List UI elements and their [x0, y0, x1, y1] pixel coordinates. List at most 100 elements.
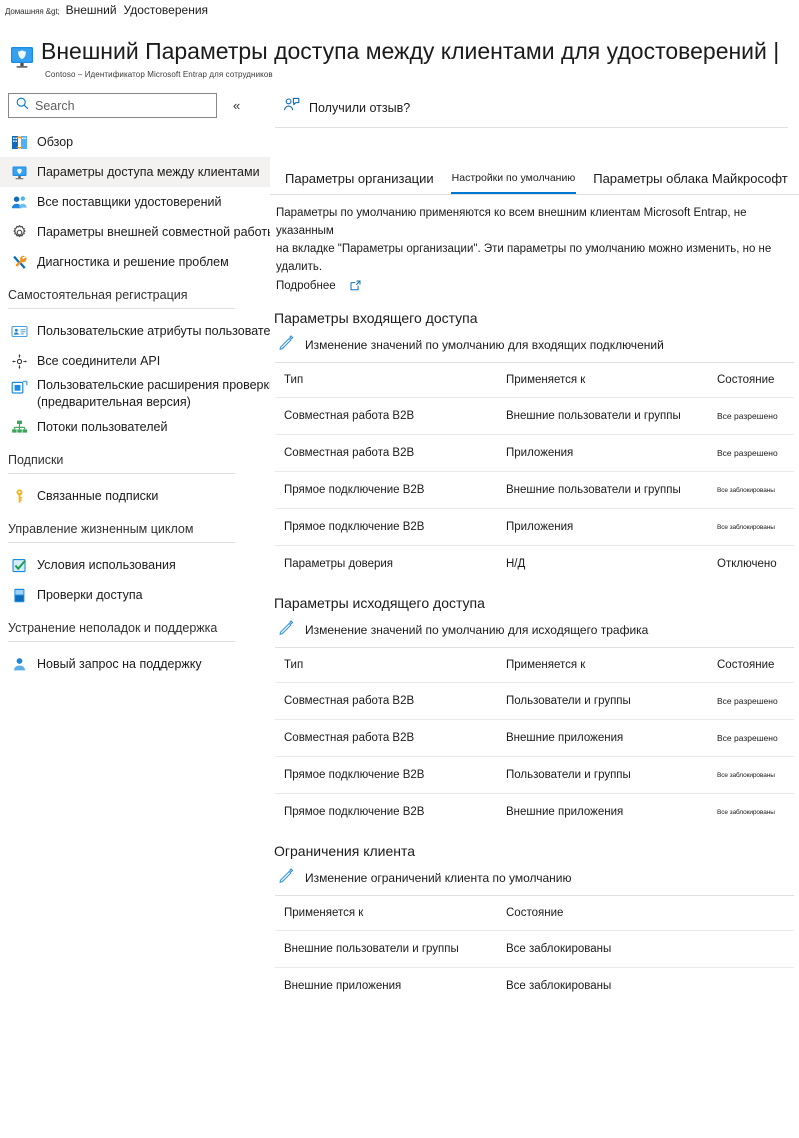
edit-tenant-restrictions-button[interactable]: Изменение ограничений клиента по умолчан… — [270, 868, 799, 888]
edit-outbound-defaults-button[interactable]: Изменение значений по умолчанию для исхо… — [270, 620, 799, 640]
sidebar-item-label: Условия использования — [37, 557, 176, 572]
pencil-icon — [279, 335, 294, 355]
column-header-applies-to: Применяется к — [275, 896, 497, 931]
custom-extensions-icon — [10, 378, 28, 396]
sidebar-item-custom-user-attributes[interactable]: Пользовательские атрибуты пользователя — [0, 316, 284, 346]
divider — [8, 308, 235, 309]
breadcrumb-home[interactable]: Домашняя &gt; — [5, 7, 60, 16]
sidebar-item-label: Все поставщики удостоверений — [37, 194, 222, 209]
external-link-icon[interactable] — [350, 280, 361, 294]
search-input[interactable] — [35, 98, 195, 113]
table-row[interactable]: Прямое подключение B2B Приложения Все за… — [275, 508, 794, 546]
sidebar-item-label: Пользовательские атрибуты пользователя — [37, 323, 285, 338]
table-header-row: Тип Применяется к Состояние — [275, 648, 794, 683]
inbound-settings-table: Тип Применяется к Состояние Совместная р… — [275, 363, 794, 582]
cell-applies-to: Приложения — [497, 434, 715, 472]
table-row[interactable]: Прямое подключение B2B Внешние приложени… — [275, 794, 794, 831]
api-connectors-icon — [10, 352, 28, 370]
table-row[interactable]: Прямое подключение B2B Внешние пользоват… — [275, 471, 794, 509]
tab-default-settings[interactable]: Настройки по умолчанию — [443, 172, 585, 194]
sidebar-item-label: Новый запрос на поддержку — [37, 656, 202, 671]
sidebar-item-terms-of-use[interactable]: Условия использования — [0, 550, 270, 580]
sidebar-group-title: Подписки — [8, 453, 64, 467]
cell-type: Прямое подключение B2B — [275, 756, 497, 794]
table-row[interactable]: Совместная работа B2B Приложения Все раз… — [275, 434, 794, 472]
description-line-1: Параметры по умолчанию применяются ко вс… — [276, 207, 747, 237]
sidebar-group-troubleshooting: Устранение неполадок и поддержка — [0, 621, 270, 642]
feedback-bar[interactable]: Получили отзыв? — [270, 88, 799, 127]
table-header-row: Тип Применяется к Состояние — [275, 363, 794, 398]
column-header-state: Состояние — [497, 896, 794, 931]
wrench-icon — [10, 253, 28, 271]
sidebar-item-label: Обзор — [37, 134, 74, 149]
sidebar-item-diagnose-and-solve-problems[interactable]: Диагностика и решение проблем — [0, 247, 270, 277]
search-icon — [16, 97, 29, 115]
sidebar-item-user-flows[interactable]: Потоки пользователей — [0, 412, 270, 442]
sidebar-item-overview[interactable]: Обзор — [0, 127, 270, 157]
inbound-section-title: Параметры входящего доступа — [274, 310, 478, 326]
sidebar-item-access-reviews[interactable]: Проверки доступа — [0, 580, 270, 610]
learn-more-link[interactable]: Подробнее — [276, 277, 336, 295]
user-flows-icon — [10, 418, 28, 436]
sidebar-primary-nav: Обзор Параметры доступа между клиентами — [0, 127, 276, 277]
cell-applies-to: Приложения — [497, 508, 715, 546]
sidebar-item-cross-tenant-access-settings[interactable]: Параметры доступа между клиентами — [0, 157, 270, 187]
breadcrumb: Домашняя &gt; Внешний Удостоверения — [0, 3, 208, 23]
edit-inbound-defaults-label: Изменение значений по умолчанию для вход… — [305, 338, 664, 352]
edit-tenant-restrictions-label: Изменение ограничений клиента по умолчан… — [305, 871, 572, 885]
divider — [270, 194, 799, 195]
cell-applies-to: Внешние пользователи и группы — [497, 397, 715, 435]
sidebar-item-all-identity-providers[interactable]: Все поставщики удостоверений — [0, 187, 270, 217]
sidebar-item-custom-authentication-extensions[interactable]: Пользовательские расширения проверки под… — [0, 376, 354, 412]
tenant-restrictions-table: Применяется к Состояние Внешние пользова… — [275, 896, 794, 1004]
sidebar-search-row: « — [0, 88, 270, 118]
search-box[interactable] — [8, 93, 217, 118]
table-row[interactable]: Параметры доверия Н/Д Отключено — [275, 546, 794, 583]
cell-applies-to: Н/Д — [506, 558, 526, 570]
sidebar-item-label: Проверки доступа — [37, 587, 143, 602]
tab-organization-settings[interactable]: Параметры организации — [276, 171, 443, 194]
sidebar-item-new-support-request[interactable]: Новый запрос на поддержку — [0, 649, 270, 679]
overview-icon — [10, 133, 28, 151]
sidebar-item-external-collaboration-settings[interactable]: Параметры внешней совместной работы — [0, 217, 276, 247]
cell-type: Прямое подключение B2B — [275, 508, 497, 546]
table-row[interactable]: Прямое подключение B2B Пользователи и гр… — [275, 756, 794, 794]
cell-type: Параметры доверия — [284, 558, 394, 570]
tab-microsoft-cloud-settings[interactable]: Параметры облака Майкрософт — [584, 171, 797, 194]
main-content: Получили отзыв? Параметры организации На… — [270, 88, 799, 1138]
page-subtitle: Contoso – Идентификатор Microsoft Entrap… — [45, 70, 273, 79]
edit-inbound-defaults-button[interactable]: Изменение значений по умолчанию для вход… — [270, 335, 799, 355]
cell-state: Все разрешено — [715, 397, 794, 435]
page-header: Внешний Параметры доступа между клиентам… — [0, 32, 799, 84]
key-icon — [10, 487, 28, 505]
column-header-applies-to: Применяется к — [497, 648, 715, 683]
cell-applies-to: Пользователи и группы — [497, 756, 715, 794]
table-row[interactable]: Внешние приложения Все заблокированы — [275, 968, 794, 1005]
feedback-label: Получили отзыв? — [309, 100, 411, 115]
cell-state: Все заблокированы — [506, 980, 612, 992]
chevron-double-left-icon[interactable]: « — [233, 99, 240, 112]
divider — [8, 473, 235, 474]
cell-type: Совместная работа B2B — [275, 682, 497, 720]
description-line-2: на вкладке "Параметры организации". Эти … — [276, 243, 772, 273]
cell-applies-to: Пользователи и группы — [497, 682, 715, 720]
cell-state: Все заблокированы — [715, 756, 794, 794]
sidebar-group-title: Самостоятельная регистрация — [8, 288, 188, 302]
table-row[interactable]: Внешние пользователи и группы Все заблок… — [275, 930, 794, 968]
table-row[interactable]: Совместная работа B2B Пользователи и гру… — [275, 682, 794, 720]
cell-applies-to: Внешние приложения — [284, 980, 402, 992]
sidebar-item-all-api-connectors[interactable]: Все соединители API — [0, 346, 270, 376]
breadcrumb-external[interactable]: Внешний — [66, 3, 117, 17]
cell-type: Прямое подключение B2B — [275, 471, 497, 509]
table-header-row: Применяется к Состояние — [275, 896, 794, 931]
table-row[interactable]: Совместная работа B2B Внешние пользовате… — [275, 397, 794, 435]
breadcrumb-identities[interactable]: Удостоверения — [124, 3, 209, 17]
sidebar-item-linked-subscriptions[interactable]: Связанные подписки — [0, 481, 270, 511]
column-header-state: Состояние — [715, 363, 794, 398]
divider — [8, 542, 235, 543]
cell-applies-to: Внешние пользователи и группы — [497, 471, 715, 509]
outbound-settings-table: Тип Применяется к Состояние Совместная р… — [275, 648, 794, 830]
column-header-applies-to: Применяется к — [497, 363, 715, 398]
cell-type: Прямое подключение B2B — [284, 806, 425, 818]
table-row[interactable]: Совместная работа B2B Внешние приложения… — [275, 719, 794, 757]
